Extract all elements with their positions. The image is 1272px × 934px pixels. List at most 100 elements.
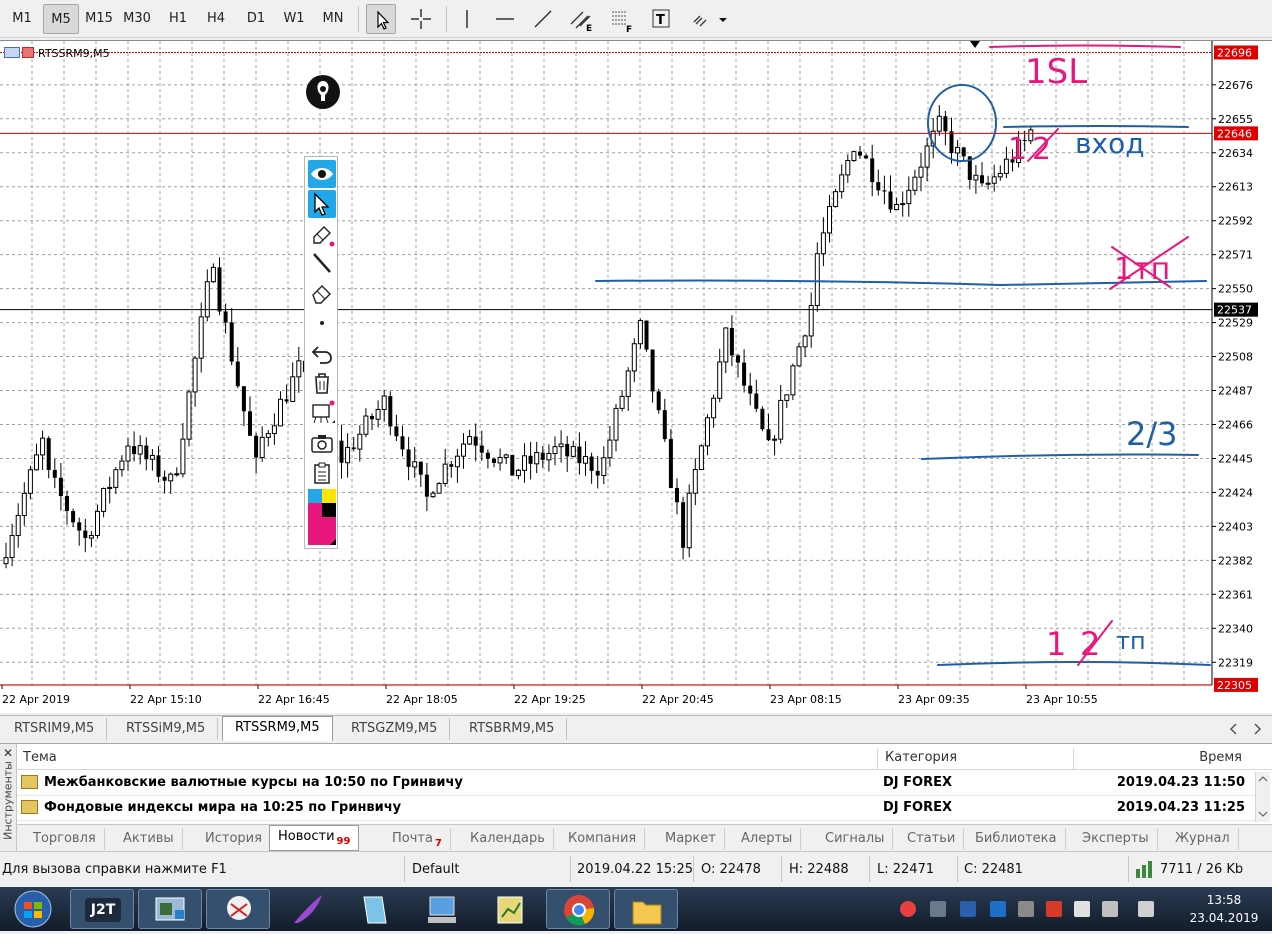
- start-button[interactable]: [6, 889, 60, 929]
- tab-rtsgzm9-m5[interactable]: RTSGZM9,M5: [339, 718, 451, 740]
- candle-bull: [192, 357, 198, 393]
- clipboard-button[interactable]: [308, 459, 336, 487]
- tray-shield-icon[interactable]: [960, 901, 976, 917]
- board-button[interactable]: [308, 399, 336, 427]
- crosshair-tool-button[interactable]: [406, 4, 436, 34]
- text-tool-button[interactable]: T: [646, 4, 676, 34]
- candle-bear: [156, 455, 161, 477]
- connection-status-icon[interactable]: [1134, 860, 1154, 880]
- taskbar-app-windows[interactable]: [138, 889, 202, 929]
- terminal-tab-9[interactable]: Сигналы: [817, 828, 894, 850]
- scroll-arrows-icon[interactable]: [1256, 772, 1271, 822]
- tray-alert-icon[interactable]: [900, 901, 916, 917]
- color-palette[interactable]: [308, 489, 336, 545]
- taskbar-app-chrome[interactable]: [546, 889, 610, 929]
- fibonacci-tool-button[interactable]: F: [606, 4, 636, 35]
- screenshot-button[interactable]: [308, 429, 336, 457]
- taskbar-app-chart[interactable]: [478, 889, 542, 929]
- timeframe-h4-button[interactable]: H4: [198, 4, 234, 34]
- delete-button[interactable]: [308, 369, 336, 397]
- select-button[interactable]: [308, 190, 336, 218]
- status-traffic: 7711 / 26 Kb: [1160, 862, 1244, 877]
- terminal-tab-12[interactable]: Эксперты: [1074, 828, 1158, 850]
- timeframe-m30-button[interactable]: M30: [118, 4, 156, 34]
- tab-rtsrim9-m5[interactable]: RTSRIM9,M5: [2, 718, 108, 740]
- terminal-tab-10[interactable]: Статьи: [899, 828, 965, 850]
- tab-rtsbrm9-m5[interactable]: RTSBRM9,M5: [457, 718, 568, 740]
- taskbar-app-computer[interactable]: [410, 889, 474, 929]
- tray-network-icon[interactable]: [990, 901, 1006, 917]
- news-row[interactable]: Фондовые индексы мира на 10:25 по Гринви…: [17, 797, 1255, 821]
- tray-battery-icon[interactable]: [1102, 901, 1118, 917]
- tray-flag-icon[interactable]: [1074, 901, 1090, 917]
- terminal-tab-11[interactable]: Библиотека: [967, 828, 1066, 850]
- line-pen-button[interactable]: [308, 250, 336, 278]
- news-scrollbar[interactable]: [1255, 772, 1270, 822]
- col-topic-header[interactable]: Тема: [23, 750, 57, 765]
- candle-bull: [412, 461, 418, 468]
- candle-bull: [204, 281, 210, 318]
- y-tick-label: 22361: [1218, 588, 1253, 601]
- taskbar-app-explorer[interactable]: [614, 889, 678, 929]
- terminal-side-label: Инструменты: [1, 761, 15, 840]
- candle-bull: [9, 534, 15, 559]
- terminal-tab-5[interactable]: Календарь: [462, 828, 554, 850]
- eye-button[interactable]: [308, 160, 336, 188]
- tray-volume-icon[interactable]: [1138, 901, 1154, 917]
- dot-button[interactable]: [308, 309, 336, 337]
- tab-rtssim9-m5[interactable]: RTSSiM9,M5: [114, 718, 219, 740]
- shapes-dropdown-button[interactable]: [686, 4, 730, 34]
- svg-text:T: T: [656, 13, 665, 28]
- taskbar-clock[interactable]: 13:58 23.04.2019: [1184, 891, 1264, 927]
- tray-device-icon[interactable]: [1018, 901, 1034, 917]
- terminal-tab-4[interactable]: Почта 7: [384, 828, 451, 850]
- eraser-button[interactable]: [308, 279, 336, 307]
- trend-line-tool-button[interactable]: [528, 4, 558, 34]
- timeframe-d1-button[interactable]: D1: [238, 4, 274, 34]
- terminal-tab-13[interactable]: Журнал: [1167, 828, 1239, 850]
- equidistant-channel-button[interactable]: E: [566, 4, 596, 34]
- candle-bear: [565, 443, 570, 457]
- terminal-tab-0[interactable]: Торговля: [25, 828, 105, 850]
- tray-app-icon[interactable]: [930, 901, 946, 917]
- tab-scroll-arrows[interactable]: [1228, 723, 1264, 735]
- candle-bull: [40, 437, 46, 456]
- taskbar-app-snipping[interactable]: [206, 889, 270, 929]
- price-chart[interactable]: 22319 22340 22361 22382 22403 22424 22445 22466…: [0, 40, 1272, 713]
- col-time-header[interactable]: Время: [1199, 750, 1242, 765]
- tab-rtssrm9-m5[interactable]: RTSSRM9,M5: [222, 716, 333, 741]
- marker-button[interactable]: [308, 220, 336, 248]
- vertical-line-tool-button[interactable]: [452, 4, 482, 34]
- candle-bull: [497, 456, 503, 464]
- timeframe-m15-button[interactable]: M15: [80, 4, 118, 34]
- candle-bull: [711, 397, 717, 419]
- chevron-left-icon[interactable]: [1229, 723, 1237, 735]
- terminal-tab-8[interactable]: Алерты: [733, 828, 802, 850]
- tray-kaspersky-icon[interactable]: [1046, 901, 1062, 917]
- price-tag-text: 22646: [1217, 127, 1252, 140]
- timeframe-h1-button[interactable]: H1: [160, 4, 196, 34]
- horizontal-line-tool-button[interactable]: [490, 4, 520, 34]
- timeframe-w1-button[interactable]: W1: [276, 4, 312, 34]
- terminal-tab-7[interactable]: Маркет: [657, 828, 725, 850]
- chart-canvas[interactable]: 22319 22340 22361 22382 22403 22424 22445 22466…: [0, 41, 1272, 714]
- taskbar-app-notes[interactable]: [342, 889, 406, 929]
- terminal-tab-2[interactable]: История: [197, 828, 271, 850]
- chevron-right-icon[interactable]: [1254, 723, 1262, 735]
- taskbar-app-j2t[interactable]: J2T: [70, 889, 134, 929]
- terminal-tab-6[interactable]: Компания: [560, 828, 646, 850]
- news-row[interactable]: Межбанковские валютные курсы на 10:50 по…: [17, 772, 1255, 796]
- cursor-tool-button[interactable]: [366, 4, 396, 34]
- taskbar-app-feather[interactable]: [274, 889, 338, 929]
- timeframe-m1-button[interactable]: M1: [4, 4, 40, 34]
- timeframe-mn-button[interactable]: MN: [314, 4, 352, 34]
- col-category-header[interactable]: Категория: [885, 750, 957, 765]
- clipboard-icon: [314, 462, 330, 484]
- terminal-tab-1[interactable]: Активы: [115, 828, 183, 850]
- undo-button[interactable]: [308, 339, 336, 367]
- timeframe-m5-button[interactable]: M5: [43, 4, 79, 34]
- status-separator: [693, 856, 694, 882]
- pen-tool-button[interactable]: [305, 74, 341, 110]
- terminal-tab-3[interactable]: Новости 99: [269, 825, 360, 851]
- candle-bull: [198, 316, 204, 359]
